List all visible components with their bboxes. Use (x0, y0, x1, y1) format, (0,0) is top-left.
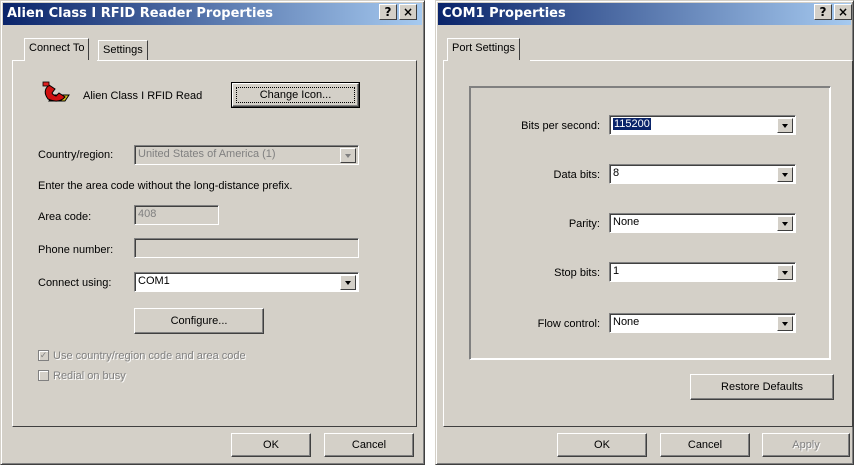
tab-port-settings[interactable]: Port Settings (447, 38, 520, 61)
bits-dropdown-arrow-icon[interactable] (777, 118, 793, 133)
com1-properties-dialog: COM1 Properties ? × Port Settings Bits p… (435, 0, 854, 465)
parity-dropdown-arrow-icon[interactable] (777, 216, 793, 231)
redial-label: Redial on busy (53, 370, 126, 382)
use-country-checkbox[interactable]: ✓ (38, 350, 49, 361)
country-select[interactable]: United States of America (1) (134, 145, 359, 165)
com1-properties-title: COM1 Properties (442, 6, 566, 21)
use-country-label: Use country/region code and area code (53, 350, 246, 362)
apply-button[interactable]: Apply (762, 433, 850, 457)
restore-defaults-button[interactable]: Restore Defaults (690, 374, 834, 400)
area-code-label: Area code: (38, 211, 92, 223)
change-icon-button[interactable]: Change Icon... (231, 82, 360, 108)
help-button[interactable]: ? (814, 4, 832, 20)
parity-select[interactable]: None (609, 213, 796, 233)
flow-control-dropdown-arrow-icon[interactable] (777, 316, 793, 331)
tab-settings[interactable]: Settings (98, 40, 148, 61)
configure-button[interactable]: Configure... (134, 308, 264, 334)
cancel-button[interactable]: Cancel (324, 433, 414, 457)
country-label: Country/region: (38, 149, 114, 161)
tab-connect-to[interactable]: Connect To (24, 38, 90, 61)
data-bits-label: Data bits: (553, 169, 600, 181)
data-bits-dropdown-arrow-icon[interactable] (777, 167, 793, 182)
reader-properties-titlebar[interactable]: Alien Class I RFID Reader Properties (3, 3, 422, 25)
cancel-button[interactable]: Cancel (660, 433, 750, 457)
phone-number-input[interactable] (134, 238, 359, 258)
stop-bits-dropdown-arrow-icon[interactable] (777, 265, 793, 280)
ok-button[interactable]: OK (557, 433, 647, 457)
area-code-input[interactable]: 408 (134, 205, 219, 225)
parity-label: Parity: (568, 218, 600, 230)
connect-using-select[interactable]: COM1 (134, 272, 359, 292)
phone-icon (39, 79, 73, 112)
close-button[interactable]: × (399, 4, 417, 20)
connect-using-label: Connect using: (38, 277, 112, 289)
flow-control-select[interactable]: None (609, 313, 796, 333)
ok-button[interactable]: OK (231, 433, 311, 457)
stop-bits-label: Stop bits: (554, 267, 600, 279)
bits-per-second-select[interactable]: 115200 (609, 115, 796, 135)
connect-using-dropdown-arrow-icon[interactable] (340, 275, 356, 290)
flow-control-label: Flow control: (537, 318, 600, 330)
instruction-text: Enter the area code without the long-dis… (38, 180, 293, 192)
phone-number-label: Phone number: (38, 244, 114, 256)
data-bits-select[interactable]: 8 (609, 164, 796, 184)
reader-properties-dialog: Alien Class I RFID Reader Properties ? ×… (0, 0, 425, 465)
reader-properties-title: Alien Class I RFID Reader Properties (7, 6, 274, 21)
com1-properties-titlebar[interactable]: COM1 Properties (438, 3, 851, 25)
close-button[interactable]: × (834, 4, 852, 20)
help-button[interactable]: ? (379, 4, 397, 20)
stop-bits-select[interactable]: 1 (609, 262, 796, 282)
connection-name: Alien Class I RFID Read (83, 90, 203, 102)
redial-checkbox[interactable] (38, 370, 49, 381)
country-dropdown-arrow-icon[interactable] (340, 148, 356, 163)
bits-per-second-label: Bits per second: (521, 120, 600, 132)
